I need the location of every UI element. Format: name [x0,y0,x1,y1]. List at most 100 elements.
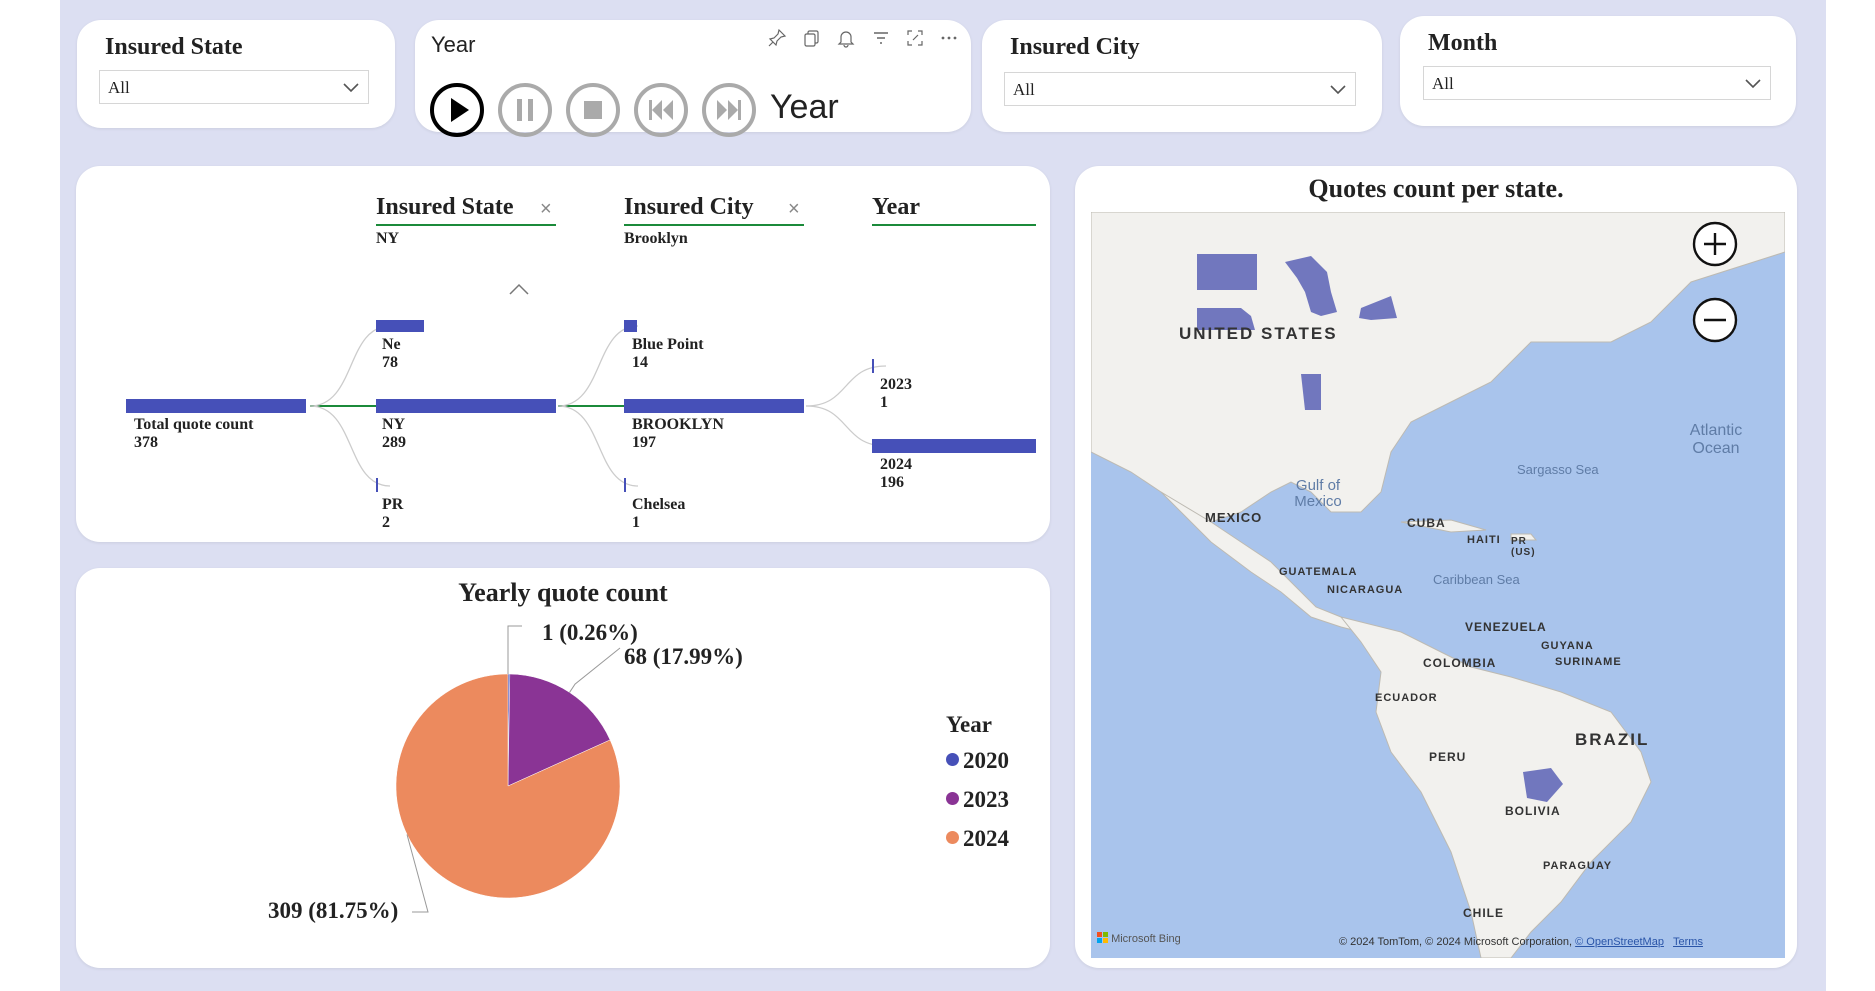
tree-header-insured-city[interactable]: Insured City [624,194,754,221]
skip-forward-button[interactable] [701,82,757,138]
tree-node-value: 378 [134,434,158,451]
insured-city-dropdown[interactable]: All [1004,72,1356,106]
zoom-out-button[interactable] [1691,296,1739,344]
insured-state-dropdown-value: All [108,78,130,97]
chevron-up-icon[interactable] [508,282,530,296]
tree-node-value: 196 [880,474,904,491]
tree-node-value: 78 [382,354,398,371]
tree-node-value: 197 [632,434,656,451]
tree-node-label: 2023 [880,376,912,393]
skip-back-button[interactable] [633,82,689,138]
year-current-label: Year [770,88,839,126]
focus-mode-icon[interactable] [905,28,925,48]
tree-node-label: NY [382,416,406,433]
close-icon[interactable]: × [788,198,800,221]
tree-header-year[interactable]: Year [872,194,920,221]
yearly-quote-count-chart: Yearly quote count 1 (0.26%) 68 (17.99%)… [76,568,1050,968]
legend-dot [946,831,959,844]
tree-node-value: 2 [382,514,390,531]
map-label-guatemala: GUATEMALA [1279,566,1358,578]
microsoft-logo-icon [1097,932,1108,943]
pie-data-label: 309 (81.75%) [268,898,399,923]
tree-header-insured-state[interactable]: Insured State [376,194,514,221]
tree-node-value: 1 [880,394,888,411]
play-button[interactable] [429,82,485,138]
legend-title: Year [946,712,992,737]
legend-item-2024[interactable]: 2024 [946,826,1009,852]
chevron-down-icon [1330,85,1346,95]
bing-label: Microsoft Bing [1111,933,1181,945]
insured-city-dropdown-value: All [1013,80,1035,99]
month-dropdown-value: All [1432,74,1454,93]
insured-state-slicer-title: Insured State [105,34,243,60]
tree-header-insured-city-selected: Brooklyn [624,230,688,247]
legend-item-2020[interactable]: 2020 [946,748,1009,774]
bing-logo: Microsoft Bing [1097,932,1181,945]
tree-node-bar[interactable] [624,320,637,332]
tree-node-bar[interactable] [872,439,1036,453]
pie-leader-line [569,647,621,693]
month-dropdown[interactable]: All [1423,66,1771,100]
tree-header-underline [376,224,556,226]
stop-button[interactable] [565,82,621,138]
year-play-axis: Year Year [415,20,971,137]
tree-node-bar[interactable] [624,399,804,413]
map-label-ecuador: ECUADOR [1375,692,1438,704]
pie-data-label: 68 (17.99%) [624,644,743,669]
close-icon[interactable]: × [540,198,552,221]
map-viewport[interactable]: UNITED STATES MEXICO Gulf of Mexico CUBA… [1091,212,1785,958]
zoom-in-button[interactable] [1691,220,1739,268]
quotes-map-card: Quotes count per state. UNITED STATES ME… [1075,166,1797,968]
map-label-nicaragua: NICARAGUA [1327,584,1404,596]
tree-node-bar[interactable] [376,478,378,492]
tree-node-label: PR [382,496,404,513]
tree-node-value: 14 [632,354,648,371]
chevron-down-icon [343,83,359,93]
map-label-peru: PERU [1429,750,1467,764]
legend-label: 2024 [963,826,1009,851]
map-label-venezuela: VENEZUELA [1465,620,1547,634]
tree-node-bar[interactable] [376,399,556,413]
map-label-chile: CHILE [1463,906,1504,920]
tree-node-label: Chelsea [632,496,686,513]
copyright-text: © 2024 TomTom, © 2024 Microsoft Corporat… [1339,936,1573,948]
terms-link[interactable]: Terms [1673,936,1703,948]
tree-node-bar[interactable] [376,320,424,332]
legend-dot [946,792,959,805]
tree-header-insured-state-selected: NY [376,230,400,247]
map-label-guyana: GUYANA [1541,640,1594,652]
tree-node-bar[interactable] [126,399,306,413]
bell-icon[interactable] [836,28,856,48]
map-label-atlantic-ocean: Atlantic Ocean [1689,422,1743,457]
insured-state-slicer: Insured State All [77,20,395,128]
pie-data-label: 1 (0.26%) [542,620,638,645]
pie-leader-line [507,625,522,674]
tree-node-label: Blue Point [632,336,704,353]
copy-icon[interactable] [802,28,822,48]
tree-node-label: Ne [382,336,401,353]
tree-node-bar[interactable] [624,478,626,492]
tree-node-bar[interactable] [872,359,874,373]
map-label-colombia: COLOMBIA [1423,656,1497,670]
map-label-caribbean-sea: Caribbean Sea [1433,572,1520,587]
filter-icon[interactable] [871,28,891,48]
map-label-suriname: SURINAME [1555,656,1622,668]
insured-city-slicer: Insured City All [982,20,1382,132]
month-slicer: Month All [1400,16,1796,126]
map-title: Quotes count per state. [1308,174,1564,203]
dashboard-canvas: Insured State All Year Year Insured City… [60,0,1826,991]
decomposition-tree: Insured State × NY Insured City × Brookl… [76,166,1050,542]
pin-icon[interactable] [767,28,787,48]
map-label-united-states: UNITED STATES [1179,324,1338,343]
legend-item-2023[interactable]: 2023 [946,787,1009,813]
year-play-axis-title: Year [431,32,476,57]
tree-header-underline [624,224,804,226]
more-options-icon[interactable] [939,28,959,48]
map-label-cuba: CUBA [1407,516,1446,530]
pause-button[interactable] [497,82,553,138]
map-label-mexico: MEXICO [1205,510,1263,525]
insured-state-dropdown[interactable]: All [99,70,369,104]
openstreetmap-link[interactable]: © OpenStreetMap [1575,936,1664,948]
legend-dot [946,753,959,766]
legend-label: 2023 [963,787,1009,812]
